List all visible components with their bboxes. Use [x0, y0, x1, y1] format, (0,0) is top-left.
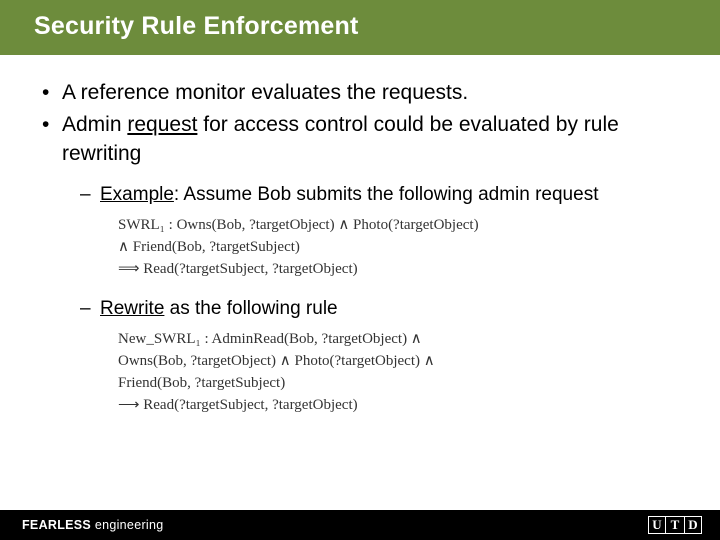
formula1-line1: SWRL₁ : Owns(Bob, ?targetObject) ∧ Photo… [118, 215, 680, 237]
sub-1-rest: : Assume Bob submits the following admin… [174, 184, 599, 205]
utd-logo-u: U [648, 516, 666, 534]
sub-list-2: Rewrite as the following rule [80, 296, 680, 321]
formula-new-swrl1: New_SWRL₁ : AdminRead(Bob, ?targetObject… [118, 329, 680, 416]
utd-logo-d: D [684, 516, 702, 534]
bullet-1: A reference monitor evaluates the reques… [40, 79, 680, 107]
sub-1-underline: Example [100, 184, 174, 205]
sub-list: Example: Assume Bob submits the followin… [80, 182, 680, 207]
slide: Security Rule Enforcement A reference mo… [0, 0, 720, 540]
bullet-2-pre: Admin [62, 113, 127, 136]
title-bar: Security Rule Enforcement [0, 0, 720, 55]
sub-2-rest: as the following rule [164, 298, 337, 319]
slide-title: Security Rule Enforcement [34, 12, 686, 41]
sub-2-underline: Rewrite [100, 298, 164, 319]
bullet-1-text: A reference monitor evaluates the reques… [62, 81, 468, 104]
formula2-line1: New_SWRL₁ : AdminRead(Bob, ?targetObject… [118, 329, 680, 351]
sub-1: Example: Assume Bob submits the followin… [80, 182, 680, 207]
formula2-line4: ⟶ Read(?targetSubject, ?targetObject) [118, 395, 680, 417]
slide-body: A reference monitor evaluates the reques… [0, 55, 720, 416]
formula-swrl1: SWRL₁ : Owns(Bob, ?targetObject) ∧ Photo… [118, 215, 680, 280]
sub-2: Rewrite as the following rule [80, 296, 680, 321]
bullet-2-underline: request [127, 113, 197, 136]
bullet-2: Admin request for access control could b… [40, 111, 680, 416]
formula1-line3: ⟹ Read(?targetSubject, ?targetObject) [118, 259, 680, 281]
formula1-line2: ∧ Friend(Bob, ?targetSubject) [118, 237, 680, 259]
utd-logo-t: T [666, 516, 684, 534]
formula2-line2: Owns(Bob, ?targetObject) ∧ Photo(?target… [118, 351, 680, 373]
bullet-list: A reference monitor evaluates the reques… [40, 79, 680, 416]
formula2-line3: Friend(Bob, ?targetSubject) [118, 373, 680, 395]
utd-logo: U T D [648, 516, 702, 534]
footer-bold: FEARLESS [22, 518, 91, 532]
footer-bar: FEARLESS engineering U T D [0, 510, 720, 540]
footer-text: FEARLESS engineering [22, 518, 163, 532]
footer-rest: engineering [91, 518, 163, 532]
